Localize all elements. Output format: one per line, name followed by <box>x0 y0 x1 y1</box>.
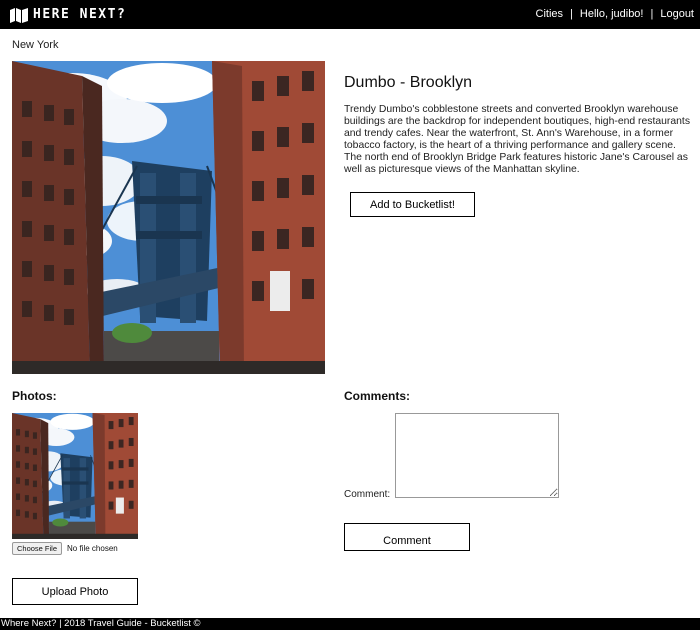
comments-heading: Comments: <box>344 389 411 403</box>
file-status: No file chosen <box>67 544 118 553</box>
logo[interactable]: HERE NEXT? <box>10 7 126 23</box>
logo-text: HERE NEXT? <box>33 7 127 22</box>
nav-link-profile[interactable]: Hello, judibo! <box>580 7 644 21</box>
comment-label: Comment: <box>344 489 391 500</box>
city-name: New York <box>12 39 59 51</box>
file-input: Choose File No file chosen <box>12 542 118 555</box>
top-nav: Cities | Hello, judibo! | Logout <box>536 7 694 21</box>
upload-photo-button[interactable]: Upload Photo <box>12 578 138 605</box>
nav-link-logout[interactable]: Logout <box>660 7 694 21</box>
destination-title: Dumbo - Brooklyn <box>344 74 473 91</box>
add-to-bucketlist-button[interactable]: Add to Bucketlist! <box>350 192 475 217</box>
photo-thumbnail[interactable] <box>12 413 138 539</box>
top-navbar: HERE NEXT? Cities | Hello, judibo! | Log… <box>0 0 700 29</box>
comment-submit-button[interactable]: Comment <box>344 523 470 551</box>
nav-separator: | <box>570 8 573 20</box>
photos-heading: Photos: <box>12 389 57 403</box>
footer: Where Next? | 2018 Travel Guide - Bucket… <box>0 618 700 630</box>
nav-separator: | <box>650 8 654 20</box>
destination-description: Trendy Dumbo's cobblestone streets and c… <box>344 104 691 176</box>
nav-link-cities[interactable]: Cities <box>536 7 564 21</box>
destination-photo <box>12 61 325 374</box>
choose-file-button[interactable]: Choose File <box>12 542 63 555</box>
comment-textarea[interactable] <box>395 413 559 498</box>
map-icon <box>10 7 28 23</box>
